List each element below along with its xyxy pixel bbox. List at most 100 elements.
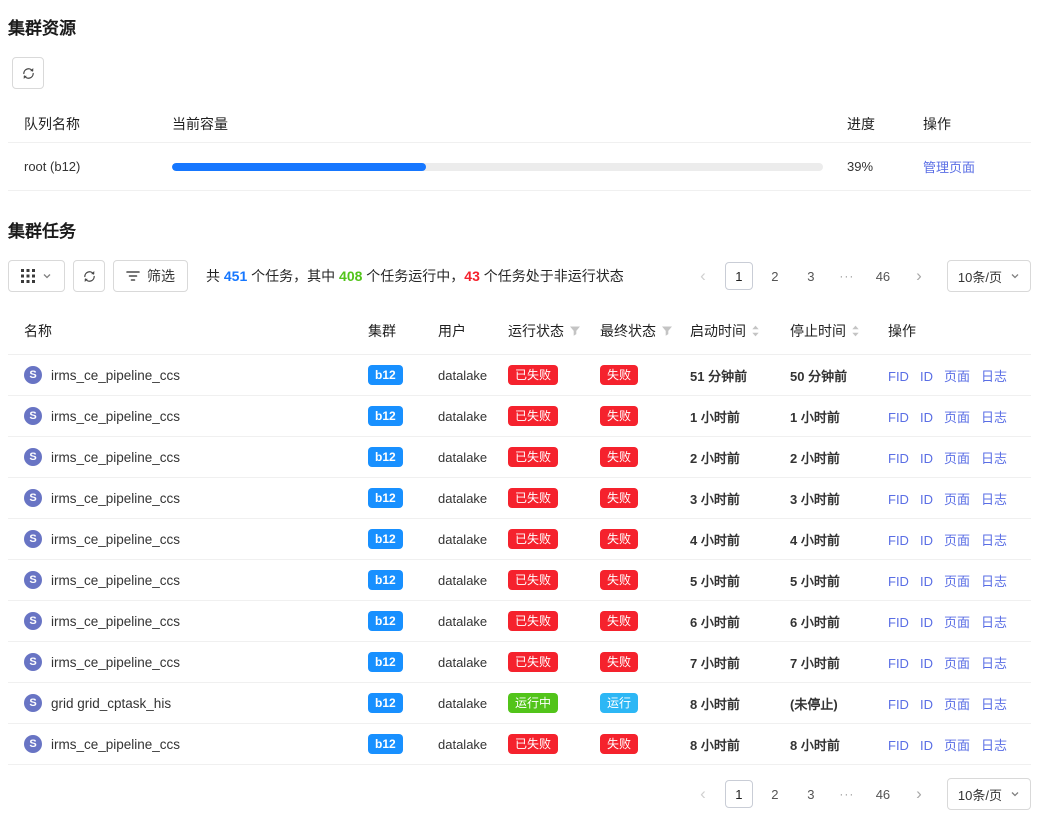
page-link[interactable]: 页面 [944, 574, 970, 589]
filter-button[interactable]: 筛选 [113, 260, 188, 292]
run-status-badge: 已失败 [508, 365, 558, 385]
page-number-1[interactable]: 1 [725, 780, 753, 808]
page-number-46[interactable]: 46 [869, 780, 897, 808]
cluster-badge: b12 [368, 406, 403, 426]
stop-time: 7 小时前 [782, 642, 880, 683]
fid-link[interactable]: FID [888, 492, 909, 507]
fid-link[interactable]: FID [888, 615, 909, 630]
page-number-3[interactable]: 3 [797, 780, 825, 808]
cluster-badge: b12 [368, 488, 403, 508]
stop-time: 1 小时前 [782, 396, 880, 437]
page-size-label: 10条/页 [958, 267, 1002, 286]
id-link[interactable]: ID [920, 574, 933, 589]
fid-link[interactable]: FID [888, 697, 909, 712]
summary-text: 共 [206, 268, 224, 284]
page-link[interactable]: 页面 [944, 492, 970, 507]
id-link[interactable]: ID [920, 615, 933, 630]
log-link[interactable]: 日志 [981, 410, 1007, 425]
manage-page-link[interactable]: 管理页面 [923, 157, 1015, 176]
final-status-badge: 失败 [600, 529, 638, 549]
id-link[interactable]: ID [920, 697, 933, 712]
id-link[interactable]: ID [920, 410, 933, 425]
page-size-select[interactable]: 10条/页 [947, 778, 1031, 810]
stop-time: (未停止) [782, 683, 880, 724]
fid-link[interactable]: FID [888, 656, 909, 671]
log-link[interactable]: 日志 [981, 738, 1007, 753]
stop-time: 4 小时前 [782, 519, 880, 560]
table-row: S irms_ce_pipeline_ccs b12 datalake 已失败 … [8, 396, 1031, 437]
filter-funnel-icon[interactable] [569, 325, 581, 337]
page-link[interactable]: 页面 [944, 533, 970, 548]
log-link[interactable]: 日志 [981, 533, 1007, 548]
user-name: datalake [430, 683, 500, 724]
sorter-icon[interactable] [751, 324, 760, 338]
fid-link[interactable]: FID [888, 738, 909, 753]
page-link[interactable]: 页面 [944, 451, 970, 466]
refresh-button[interactable] [12, 57, 44, 89]
page-link[interactable]: 页面 [944, 697, 970, 712]
task-summary: 共 451 个任务，其中 408 个任务运行中，43 个任务处于非运行状态 [206, 266, 624, 286]
final-status-badge: 失败 [600, 488, 638, 508]
page-link[interactable]: 页面 [944, 738, 970, 753]
log-link[interactable]: 日志 [981, 697, 1007, 712]
prev-page-button[interactable]: ‹ [689, 780, 717, 808]
final-status-column-label: 最终状态 [600, 321, 656, 341]
running-count: 408 [339, 268, 362, 284]
next-page-button[interactable]: › [905, 780, 933, 808]
id-link[interactable]: ID [920, 656, 933, 671]
run-status-column-label: 运行状态 [508, 321, 564, 341]
name-column-header: 名称 [8, 308, 360, 355]
filter-funnel-icon[interactable] [661, 325, 673, 337]
id-link[interactable]: ID [920, 451, 933, 466]
id-link[interactable]: ID [920, 492, 933, 507]
prev-page-button[interactable]: ‹ [689, 262, 717, 290]
page-number-2[interactable]: 2 [761, 780, 789, 808]
page-size-select[interactable]: 10条/页 [947, 260, 1031, 292]
log-link[interactable]: 日志 [981, 451, 1007, 466]
chevron-down-icon [42, 271, 52, 281]
log-link[interactable]: 日志 [981, 369, 1007, 384]
page-number-3[interactable]: 3 [797, 262, 825, 290]
page-number-2[interactable]: 2 [761, 262, 789, 290]
column-settings-dropdown[interactable] [8, 260, 65, 292]
start-time: 4 小时前 [682, 519, 782, 560]
capacity-progress-fill [172, 163, 426, 171]
task-name: irms_ce_pipeline_ccs [51, 614, 180, 629]
final-status-badge: 失败 [600, 611, 638, 631]
page-link[interactable]: 页面 [944, 369, 970, 384]
log-link[interactable]: 日志 [981, 615, 1007, 630]
sorter-icon[interactable] [851, 324, 860, 338]
id-link[interactable]: ID [920, 738, 933, 753]
table-row: S irms_ce_pipeline_ccs b12 datalake 已失败 … [8, 601, 1031, 642]
avatar: S [24, 612, 42, 630]
fid-link[interactable]: FID [888, 533, 909, 548]
page: 集群资源 队列名称 当前容量 进度 操作 [0, 0, 1039, 820]
refresh-tasks-button[interactable] [73, 260, 105, 292]
cluster-badge: b12 [368, 570, 403, 590]
total-count: 451 [224, 268, 247, 284]
stop-time: 3 小时前 [782, 478, 880, 519]
fid-link[interactable]: FID [888, 410, 909, 425]
log-link[interactable]: 日志 [981, 656, 1007, 671]
fid-link[interactable]: FID [888, 369, 909, 384]
run-status-column-header: 运行状态 [500, 308, 592, 355]
id-link[interactable]: ID [920, 533, 933, 548]
final-status-badge: 运行 [600, 693, 638, 713]
page-link[interactable]: 页面 [944, 615, 970, 630]
log-link[interactable]: 日志 [981, 574, 1007, 589]
next-page-button[interactable]: › [905, 262, 933, 290]
id-link[interactable]: ID [920, 369, 933, 384]
fid-link[interactable]: FID [888, 451, 909, 466]
task-name: irms_ce_pipeline_ccs [51, 409, 180, 424]
page-number-46[interactable]: 46 [869, 262, 897, 290]
page-link[interactable]: 页面 [944, 410, 970, 425]
chevron-down-icon [1010, 789, 1020, 799]
user-name: datalake [430, 519, 500, 560]
fid-link[interactable]: FID [888, 574, 909, 589]
page-link[interactable]: 页面 [944, 656, 970, 671]
page-ellipsis[interactable]: ··· [833, 780, 861, 808]
page-number-1[interactable]: 1 [725, 262, 753, 290]
log-link[interactable]: 日志 [981, 492, 1007, 507]
user-name: datalake [430, 560, 500, 601]
page-ellipsis[interactable]: ··· [833, 262, 861, 290]
